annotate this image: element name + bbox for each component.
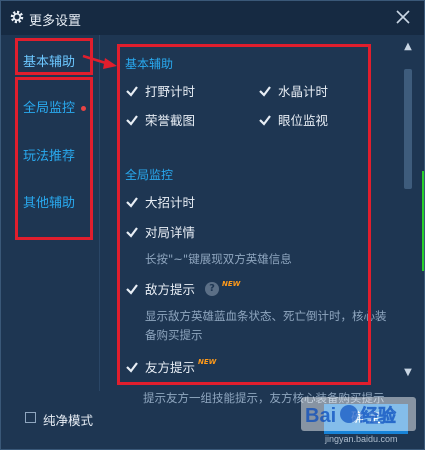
window-title: 更多设置	[29, 14, 82, 29]
svg-text:Bai: Bai	[305, 405, 336, 427]
annotation-arrow-icon	[82, 54, 117, 69]
close-icon	[396, 10, 410, 24]
baidu-jingyan-watermark: Bai 经验 jingyan.baidu.com	[301, 397, 416, 444]
footer: 提示友方一组技能提示，友方核心装备购买提示 纯净模式 确 定 Bai 经验 ji…	[1, 391, 424, 449]
gear-icon	[10, 10, 24, 24]
annotation-box-sidebar	[15, 77, 93, 240]
pure-mode-label: 纯净模式	[43, 413, 94, 428]
scroll-down-icon[interactable]: ▼	[402, 367, 414, 378]
scroll-up-icon[interactable]: ▲	[402, 41, 414, 52]
annotation-box-content	[117, 44, 371, 385]
scrollbar[interactable]: ▲ ▼	[401, 41, 415, 387]
green-edge	[422, 171, 424, 271]
settings-window: 更多设置 基本辅助 全局监控 玩法推荐 其他辅助 基本辅助 打野计时 水晶计时	[0, 0, 425, 450]
close-button[interactable]	[392, 6, 414, 28]
scrollbar-thumb[interactable]	[404, 69, 412, 189]
pure-mode-checkbox[interactable]	[25, 412, 36, 423]
svg-text:经验: 经验	[360, 405, 397, 426]
title-bar: 更多设置	[1, 1, 424, 35]
svg-text:jingyan.baidu.com: jingyan.baidu.com	[324, 434, 398, 444]
